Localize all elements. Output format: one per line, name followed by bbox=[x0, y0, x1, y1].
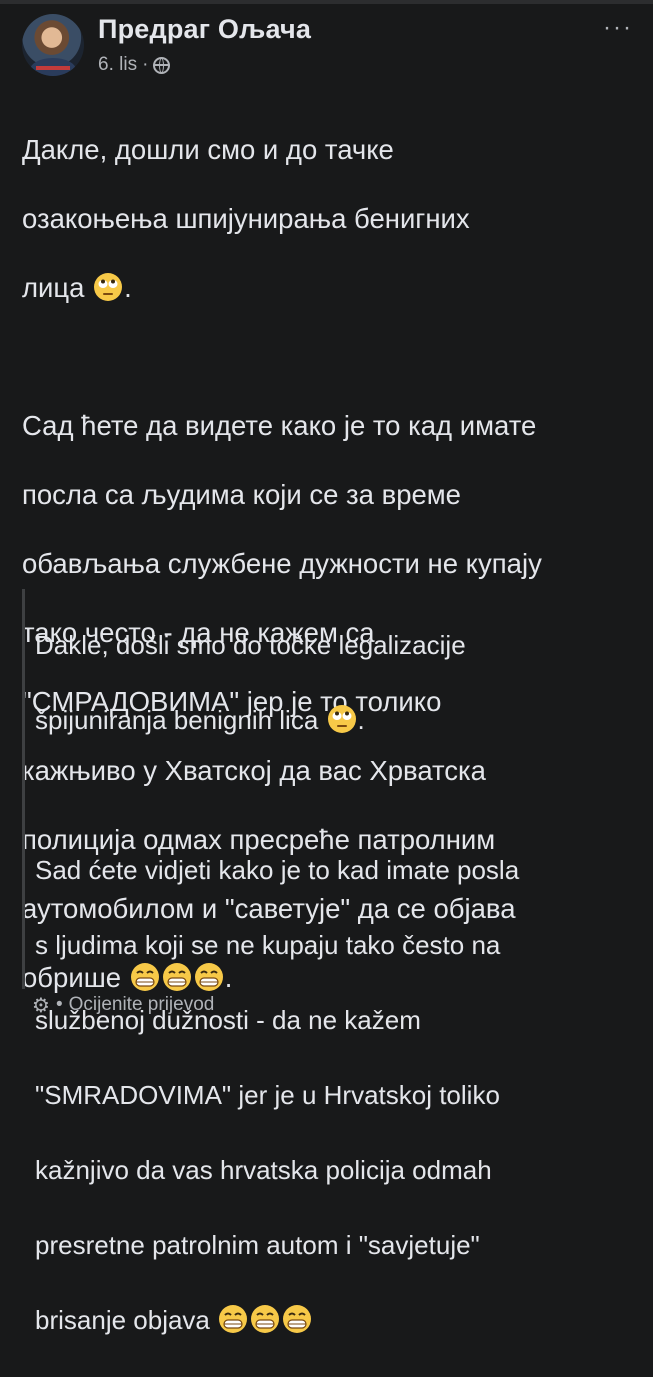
text-line: brisanje objava bbox=[35, 1302, 637, 1340]
meta-separator: · bbox=[142, 54, 149, 75]
globe-icon bbox=[153, 56, 171, 74]
text-line: s ljudima koji se ne kupaju tako često n… bbox=[35, 929, 501, 960]
text-line: Sad ćete vidjeti kako je to kad imate po… bbox=[35, 854, 520, 885]
author-avatar[interactable] bbox=[22, 14, 84, 76]
post-timestamp[interactable]: 6. lis bbox=[98, 54, 137, 76]
rolling-eyes-emoji bbox=[327, 704, 357, 734]
text-line: Dakle, došli smo do točke legalizacije bbox=[35, 629, 466, 660]
text-line: presretne patrolnim autom i "savjetuje" bbox=[35, 1229, 480, 1260]
text-line: kažnjivo da vas hrvatska policija odmah bbox=[35, 1154, 492, 1185]
author-name[interactable]: Предраг Ољача bbox=[98, 14, 311, 45]
translation-footer: ⚙ • Ocijenite prijevod bbox=[32, 990, 214, 1020]
post-paragraph-1: Дакле, дошли смо и до тачке озакоњења шп… bbox=[22, 98, 637, 340]
footer-separator: • bbox=[55, 994, 63, 1015]
translation-paragraph-2: Sad ćete vidjeti kako je to kad imate po… bbox=[35, 814, 637, 1377]
text-line: обављања службене дужности не купају bbox=[22, 547, 542, 579]
text-line: озакоњења шпијунирања бенигних bbox=[22, 202, 470, 234]
translation-block: Dakle, došli smo do točke legalizacije š… bbox=[22, 589, 637, 1335]
text-line: Сад ћете да видете како је то кад имате bbox=[22, 409, 537, 441]
top-divider bbox=[0, 0, 653, 4]
text-line: špijuniranja benignih lica . bbox=[35, 704, 365, 735]
grimace-emoji bbox=[282, 1304, 312, 1334]
text-line: Дакле, дошли смо и до тачке bbox=[22, 133, 394, 165]
grimace-emoji bbox=[218, 1304, 248, 1334]
rolling-eyes-emoji bbox=[93, 272, 123, 302]
text-line: лица . bbox=[22, 271, 132, 303]
text-line: "SMRADOVIMA" jer je u Hrvatskoj toliko bbox=[35, 1079, 500, 1110]
post-header: Предраг Ољача 6. lis · ··· bbox=[22, 14, 633, 84]
gear-icon[interactable]: ⚙ bbox=[32, 993, 50, 1018]
grimace-emoji bbox=[250, 1304, 280, 1334]
more-options-button[interactable]: ··· bbox=[603, 16, 633, 40]
translation-paragraph-1: Dakle, došli smo do točke legalizacije š… bbox=[35, 589, 637, 777]
rate-translation-link[interactable]: Ocijenite prijevod bbox=[69, 994, 215, 1016]
post-meta: 6. lis · bbox=[98, 54, 171, 76]
text-line: посла са људима који се за време bbox=[22, 478, 461, 510]
